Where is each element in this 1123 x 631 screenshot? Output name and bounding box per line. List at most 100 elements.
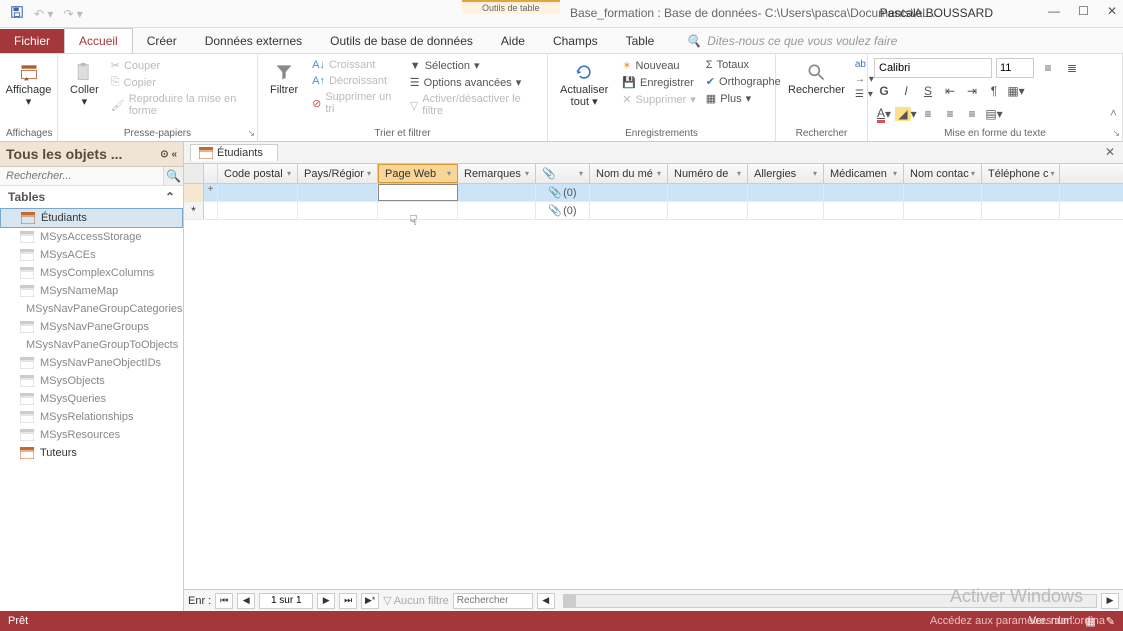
nav-item-étudiants[interactable]: Étudiants [0, 208, 183, 228]
indent-left-icon[interactable]: ⇤ [940, 81, 960, 101]
save-icon[interactable] [10, 5, 24, 22]
cell-new-c8[interactable] [824, 202, 904, 219]
collapse-ribbon-icon[interactable]: ˄ [1110, 106, 1117, 120]
align-left-icon[interactable]: ≡ [918, 104, 938, 124]
nav-item-msysobjects[interactable]: MSysObjects [0, 372, 183, 390]
tell-me-search[interactable]: 🔍 Dites-nous ce que vous voulez faire [668, 34, 1123, 48]
more-button[interactable]: ▦Plus ▾ [704, 91, 783, 106]
nav-item-tuteurs[interactable]: Tuteurs [0, 444, 183, 462]
nav-item-msysnavpanegroupcategories[interactable]: MSysNavPaneGroupCategories [0, 300, 183, 318]
clipboard-launcher-icon[interactable]: ↘ [247, 128, 255, 139]
prev-record-button[interactable]: ◀ [237, 593, 255, 609]
nav-group-tables[interactable]: Tables ⌃ [0, 186, 183, 208]
col-header-7[interactable]: Allergies▾ [748, 164, 824, 183]
col-header-8[interactable]: Médicamen▾ [824, 164, 904, 183]
cell-new-c7[interactable] [748, 202, 824, 219]
nav-item-msysaccessstorage[interactable]: MSysAccessStorage [0, 228, 183, 246]
cell-r1-c6[interactable] [668, 184, 748, 201]
new-row-selector[interactable]: * [184, 202, 204, 219]
cell-r1-c7[interactable] [748, 184, 824, 201]
font-select[interactable] [874, 58, 992, 78]
row-selector[interactable] [184, 184, 204, 201]
tab-table[interactable]: Table [612, 29, 669, 53]
col-header-6[interactable]: Numéro de▾ [668, 164, 748, 183]
next-record-button[interactable]: ▶ [317, 593, 335, 609]
advanced-filter-button[interactable]: ☰Options avancées ▾ [408, 75, 541, 90]
nav-item-msysresources[interactable]: MSysResources [0, 426, 183, 444]
format-painter-button[interactable]: 🖌Reproduire la mise en forme [109, 92, 251, 118]
redo-icon[interactable]: ↷ ▾ [63, 7, 82, 21]
paste-button[interactable]: Coller▾ [64, 58, 105, 118]
undo-icon[interactable]: ↶ ▾ [34, 7, 53, 21]
font-size-select[interactable] [996, 58, 1034, 78]
col-header-0[interactable]: Code postal▾ [218, 164, 298, 183]
col-header-2[interactable]: Page Web▾ [378, 164, 458, 183]
cell-r1-c10[interactable] [982, 184, 1060, 201]
expand-row-icon[interactable]: + [204, 184, 218, 201]
cell-new-c9[interactable] [904, 202, 982, 219]
fill-color-button[interactable]: ◢▾ [896, 104, 916, 124]
tab-external[interactable]: Données externes [191, 29, 316, 53]
nav-header[interactable]: Tous les objets ... ⊙ « [0, 142, 183, 167]
ltr-icon[interactable]: ¶ [984, 81, 1004, 101]
cell-r1-c3[interactable] [458, 184, 536, 201]
cell-new-c1[interactable] [298, 202, 378, 219]
cell-new-c6[interactable] [668, 202, 748, 219]
object-tab-etudiants[interactable]: Étudiants [190, 144, 278, 161]
italic-button[interactable]: I [896, 81, 916, 101]
cell-new-c2[interactable] [378, 202, 458, 219]
maximize-icon[interactable]: ☐ [1078, 4, 1089, 18]
selection-button[interactable]: ▼Sélection ▾ [408, 58, 541, 73]
select-all-cell[interactable] [184, 164, 204, 183]
textfmt-launcher-icon[interactable]: ↘ [1112, 128, 1120, 139]
delete-record-button[interactable]: ✕Supprimer ▾ [620, 92, 698, 107]
cell-r1-c4[interactable]: 📎(0) [536, 184, 590, 201]
close-icon[interactable]: ✕ [1107, 4, 1117, 18]
cell-r1-c1[interactable] [298, 184, 378, 201]
numbering-icon[interactable]: ≣ [1062, 58, 1082, 78]
cell-r1-c2[interactable] [378, 184, 458, 201]
view-design-icon[interactable]: ✎ [1106, 615, 1115, 628]
close-tab-icon[interactable]: ✕ [1105, 145, 1115, 159]
minimize-icon[interactable]: — [1048, 4, 1060, 18]
horizontal-scrollbar[interactable] [563, 594, 1097, 608]
nav-item-msysnavpaneobjectids[interactable]: MSysNavPaneObjectIDs [0, 354, 183, 372]
nav-search-input[interactable] [0, 167, 163, 185]
hscroll-right-button[interactable]: ▶ [1101, 593, 1119, 609]
record-search-input[interactable] [453, 593, 533, 609]
tab-home[interactable]: Accueil [64, 28, 133, 53]
nav-item-msysnavpanegroups[interactable]: MSysNavPaneGroups [0, 318, 183, 336]
nav-item-msysnamemap[interactable]: MSysNameMap [0, 282, 183, 300]
record-position[interactable] [259, 593, 313, 609]
cell-r1-c0[interactable] [218, 184, 298, 201]
col-header-5[interactable]: Nom du mé▾ [590, 164, 668, 183]
cell-new-c4[interactable]: 📎(0) [536, 202, 590, 219]
align-center-icon[interactable]: ≡ [940, 104, 960, 124]
spelling-button[interactable]: ✔Orthographe [704, 74, 783, 89]
col-header-1[interactable]: Pays/Régior▾ [298, 164, 378, 183]
nav-item-msysrelationships[interactable]: MSysRelationships [0, 408, 183, 426]
tab-create[interactable]: Créer [133, 29, 191, 53]
sort-desc-button[interactable]: A↑Décroissant [310, 74, 402, 88]
nav-item-msysaces[interactable]: MSysACEs [0, 246, 183, 264]
nav-search-icon[interactable]: 🔍 [163, 167, 183, 185]
col-header-3[interactable]: Remarques▾ [458, 164, 536, 183]
find-button[interactable]: Rechercher [782, 58, 851, 101]
tab-fields[interactable]: Champs [539, 29, 612, 53]
remove-sort-button[interactable]: ⊘Supprimer un tri [310, 90, 402, 116]
hscroll-left-button[interactable]: ◀ [537, 593, 555, 609]
tab-file[interactable]: Fichier [0, 29, 64, 53]
nav-item-msysqueries[interactable]: MSysQueries [0, 390, 183, 408]
cell-r1-c8[interactable] [824, 184, 904, 201]
align-right-icon[interactable]: ≡ [962, 104, 982, 124]
gridlines-icon[interactable]: ▦▾ [1006, 81, 1026, 101]
totals-button[interactable]: ΣTotaux [704, 58, 783, 72]
cell-new-c0[interactable] [218, 202, 298, 219]
cell-new-c5[interactable] [590, 202, 668, 219]
view-button[interactable]: Affichage▾ [6, 58, 51, 112]
tab-dbtools[interactable]: Outils de base de données [316, 29, 487, 53]
underline-button[interactable]: S [918, 81, 938, 101]
bullets-icon[interactable]: ≡ [1038, 58, 1058, 78]
alt-row-color-icon[interactable]: ▤▾ [984, 104, 1004, 124]
cell-r1-c9[interactable] [904, 184, 982, 201]
